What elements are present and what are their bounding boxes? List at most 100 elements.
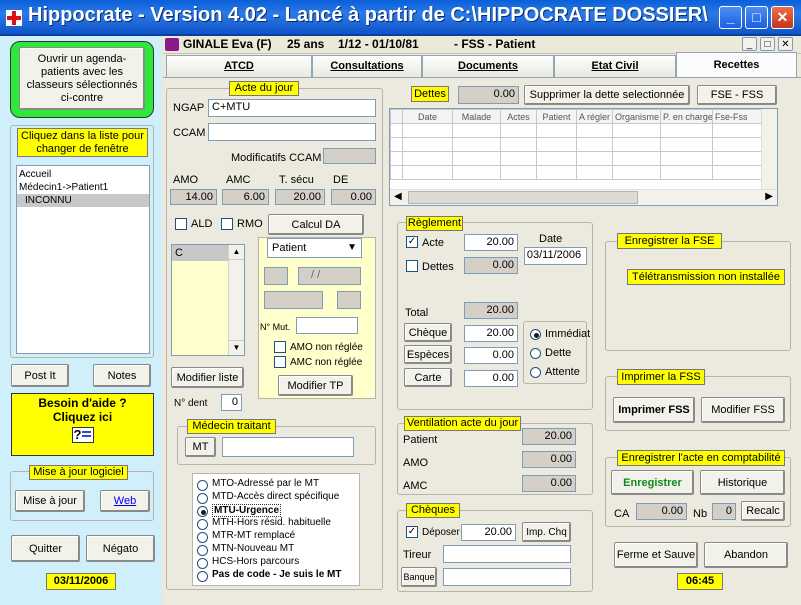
mt-radio-2[interactable] <box>197 506 208 517</box>
scroll-left-icon[interactable]: ◀ <box>394 191 402 202</box>
cheque-deposit-amount[interactable]: 20.00 <box>461 524 516 541</box>
ald-checkbox[interactable] <box>175 218 187 230</box>
cheque-button[interactable]: Chèque <box>404 323 452 342</box>
help-button[interactable]: Besoin d'aide ? Cliquez ici ? <box>11 393 154 456</box>
deposer-checkbox[interactable]: ✓ <box>406 526 418 538</box>
fse-group <box>605 241 791 351</box>
acte-checkbox[interactable]: ✓ <box>406 236 418 248</box>
amc-non-reglee-checkbox[interactable] <box>274 356 286 368</box>
modifs-ccam-input[interactable] <box>323 148 376 164</box>
close-save-button[interactable]: Ferme et Sauve <box>614 542 698 568</box>
scroll-up-icon[interactable]: ▲ <box>229 245 244 260</box>
date-input[interactable]: 03/11/2006 <box>524 247 587 265</box>
mt-option-label: MTO-Adressé par le MT <box>212 478 320 489</box>
scroll-down-icon[interactable]: ▼ <box>229 340 244 355</box>
tp-code-input[interactable] <box>264 267 288 285</box>
quit-button[interactable]: Quitter <box>11 535 80 562</box>
banque-input[interactable] <box>443 568 571 586</box>
ccam-input[interactable] <box>208 123 376 141</box>
web-button[interactable]: Web <box>100 490 150 512</box>
col-actes[interactable]: Actes <box>500 109 537 124</box>
col-a-regler[interactable]: A régler <box>576 109 613 124</box>
especes-amount[interactable]: 0.00 <box>464 347 518 364</box>
tab-etat-civil[interactable]: Etat Civil <box>554 55 676 77</box>
save-compta-button[interactable]: Enregistrer <box>611 470 694 495</box>
post-it-button[interactable]: Post It <box>11 364 69 387</box>
scroll-thumb[interactable] <box>408 191 638 204</box>
maximize-button[interactable]: □ <box>745 6 768 29</box>
attente-radio[interactable] <box>530 367 541 378</box>
modify-fss-button[interactable]: Modifier FSS <box>701 397 785 423</box>
num-mut-input[interactable] <box>296 317 358 334</box>
imp-chq-button[interactable]: Imp. Chq <box>522 522 571 542</box>
list-item-selected[interactable]: INCONNU <box>17 194 149 207</box>
tab-consultations[interactable]: Consultations <box>312 55 422 77</box>
open-agenda-button[interactable]: Ouvrir un agenda-patients avec les class… <box>19 47 145 110</box>
list-item[interactable]: Médecin1->Patient1 <box>17 181 149 194</box>
mt-radio-3[interactable] <box>197 519 208 530</box>
history-button[interactable]: Historique <box>700 470 785 495</box>
carte-button[interactable]: Carte <box>404 368 452 387</box>
modifier-tp-button[interactable]: Modifier TP <box>278 375 353 396</box>
cancel-button[interactable]: Abandon <box>704 542 788 568</box>
notes-button[interactable]: Notes <box>93 364 151 387</box>
mt-radio-4[interactable] <box>197 532 208 543</box>
acte-amount[interactable]: 20.00 <box>464 234 518 251</box>
current-date: 03/11/2006 <box>46 573 116 590</box>
chevron-down-icon[interactable]: ▼ <box>347 242 357 253</box>
dettes-checkbox[interactable] <box>406 260 418 272</box>
calcul-da-button[interactable]: Calcul DA <box>268 214 364 235</box>
modifier-liste-button[interactable]: Modifier liste <box>171 367 244 388</box>
child-close-button[interactable]: ✕ <box>778 37 793 51</box>
tab-atcd[interactable]: ATCD <box>166 55 312 77</box>
dettes-table[interactable]: Date Malade Actes Patient A régler Organ… <box>389 108 778 206</box>
banque-button[interactable]: Banque <box>401 567 437 587</box>
mt-radio-5[interactable] <box>197 545 208 556</box>
rmo-checkbox[interactable] <box>221 218 233 230</box>
mt-input[interactable] <box>222 437 354 457</box>
especes-button[interactable]: Espèces <box>404 345 452 364</box>
dettes-hscroll[interactable]: ◀ ▶ <box>390 189 777 205</box>
dette-radio[interactable] <box>530 348 541 359</box>
window-list[interactable]: Accueil Médecin1->Patient1 INCONNU <box>16 165 150 354</box>
dettes-vscroll[interactable] <box>761 109 777 189</box>
recalc-button[interactable]: Recalc <box>741 501 785 521</box>
col-pec[interactable]: P. en charge <box>660 109 713 124</box>
scroll-right-icon[interactable]: ▶ <box>765 191 773 202</box>
tab-recettes[interactable]: Recettes <box>676 52 797 78</box>
tp-org-code-input[interactable] <box>337 291 361 309</box>
fse-fss-button[interactable]: FSE - FSS <box>697 85 777 105</box>
num-dent-input[interactable]: 0 <box>221 394 242 411</box>
print-fss-button[interactable]: Imprimer FSS <box>613 397 695 423</box>
col-date[interactable]: Date <box>402 109 453 124</box>
tab-documents[interactable]: Documents <box>422 55 554 77</box>
tp-org-input[interactable] <box>264 291 323 309</box>
mt-radio-0[interactable] <box>197 480 208 491</box>
ngap-input[interactable]: C+MTU <box>208 99 376 117</box>
col-malade[interactable]: Malade <box>452 109 501 124</box>
acte-list-scrollbar[interactable]: ▲ ▼ <box>228 245 244 355</box>
mt-radio-7[interactable] <box>197 571 208 582</box>
child-maximize-button[interactable]: □ <box>760 37 775 51</box>
tireur-input[interactable] <box>443 545 571 563</box>
list-item[interactable]: C <box>172 245 230 261</box>
payer-select[interactable]: Patient ▼ <box>267 238 362 258</box>
col-organisme[interactable]: Organisme <box>612 109 661 124</box>
amo-non-reglee-checkbox[interactable] <box>274 341 286 353</box>
acte-list[interactable]: C ▲ ▼ <box>171 244 245 356</box>
col-patient[interactable]: Patient <box>536 109 577 124</box>
minimize-button[interactable]: _ <box>719 6 742 29</box>
negato-button[interactable]: Négato <box>86 535 155 562</box>
tp-date-input[interactable]: / / <box>298 267 361 285</box>
mt-radio-6[interactable] <box>197 558 208 569</box>
immediat-radio[interactable] <box>530 329 541 340</box>
col-fse-fss[interactable]: Fse-Fss <box>712 109 763 124</box>
mt-radio-1[interactable] <box>197 493 208 504</box>
delete-debt-button[interactable]: Supprimer la dette selectionnée <box>524 85 690 105</box>
mt-button[interactable]: MT <box>185 437 216 457</box>
close-button[interactable]: ✕ <box>771 6 794 29</box>
update-button[interactable]: Mise à jour <box>15 490 85 512</box>
child-minimize-button[interactable]: _ <box>742 37 757 51</box>
cheque-amount[interactable]: 20.00 <box>464 325 518 342</box>
carte-amount[interactable]: 0.00 <box>464 370 518 387</box>
